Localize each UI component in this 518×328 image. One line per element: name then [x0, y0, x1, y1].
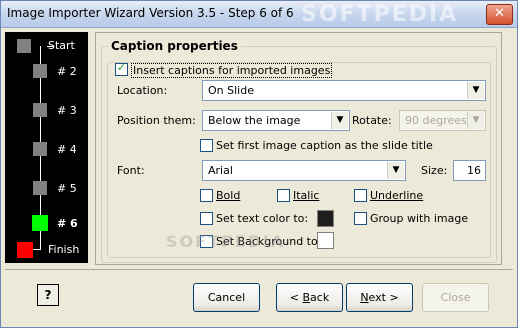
wizard-body: Start # 2 # 3 # 4 # 5 # 6 Finish Caption… [1, 28, 517, 327]
group-with-image-label: Group with image [370, 212, 469, 225]
text-color-checkbox[interactable] [200, 212, 213, 225]
step-marker-finish [17, 242, 33, 258]
back-label-rest: ack [310, 291, 330, 304]
bold-checkbox[interactable] [200, 189, 213, 202]
size-value: 16 [467, 164, 481, 177]
wizard-window: Image Importer Wizard Version 3.5 - Step… [0, 0, 518, 328]
step-marker-3 [33, 103, 47, 117]
group-title: Caption properties [108, 39, 241, 53]
text-color-swatch[interactable] [317, 210, 334, 227]
first-caption-title-label: Set first image caption as the slide tit… [216, 139, 433, 152]
italic-label-text: Italic [293, 189, 320, 202]
step-tracker: Start # 2 # 3 # 4 # 5 # 6 Finish [5, 32, 88, 263]
font-label: Font: [117, 164, 145, 177]
back-label-accel: B [302, 291, 311, 304]
next-button[interactable]: Next > [346, 283, 413, 312]
position-select[interactable]: Below the image ▼ [202, 110, 350, 131]
background-color-swatch[interactable] [317, 232, 334, 249]
rotate-value: 90 degrees [405, 114, 467, 127]
chevron-down-icon[interactable]: ▼ [467, 82, 484, 99]
rotate-label: Rotate: [352, 114, 392, 127]
step-label-4: # 4 [57, 143, 77, 156]
step-connector [33, 249, 41, 250]
back-label-prefix: < [289, 291, 303, 304]
step-label-5: # 5 [57, 182, 77, 195]
step-label-2: # 2 [57, 65, 77, 78]
bold-label-text: Bold [216, 189, 241, 202]
button-separator [5, 269, 513, 270]
step-label-finish: Finish [48, 243, 80, 256]
underline-label-text: Underline [370, 189, 424, 202]
step-marker-2 [33, 64, 47, 78]
location-value: On Slide [208, 84, 254, 97]
help-button[interactable]: ? [37, 284, 59, 306]
chevron-down-icon[interactable]: ▼ [331, 112, 348, 129]
rotate-select[interactable]: 90 degrees ▼ [399, 110, 486, 131]
watermark: SOFTPEDIA [166, 232, 286, 251]
next-button-label: Next > [360, 291, 398, 304]
italic-checkbox[interactable] [277, 189, 290, 202]
step-label-6: # 6 [57, 217, 78, 230]
next-label-rest: ext > [368, 291, 399, 304]
font-value: Arial [208, 164, 233, 177]
close-button[interactable]: Close [422, 283, 489, 312]
back-button-label: < Back [290, 291, 329, 304]
step-marker-4 [33, 142, 47, 156]
checkmark-icon: ✓ [116, 61, 127, 74]
step-label-start: Start [48, 39, 75, 52]
close-window-button[interactable]: ✕ [486, 4, 513, 25]
text-color-label: Set text color to: [216, 212, 309, 225]
chevron-down-icon[interactable]: ▼ [467, 112, 484, 129]
size-label: Size: [421, 164, 448, 177]
underline-label: Underline [370, 189, 423, 202]
help-icon: ? [44, 288, 52, 302]
close-button-label: Close [440, 291, 471, 304]
position-value: Below the image [208, 114, 301, 127]
position-label: Position them: [117, 114, 196, 127]
first-caption-title-checkbox[interactable] [200, 139, 213, 152]
size-input[interactable]: 16 [453, 160, 486, 181]
location-label: Location: [117, 84, 168, 97]
cancel-button[interactable]: Cancel [193, 283, 260, 312]
step-marker-5 [33, 181, 47, 195]
insert-captions-label: Insert captions for imported images [131, 63, 333, 78]
step-marker-6 [32, 215, 48, 231]
title-bar: Image Importer Wizard Version 3.5 - Step… [1, 1, 517, 28]
next-label-accel: N [360, 291, 369, 304]
underline-checkbox[interactable] [354, 189, 367, 202]
chevron-down-icon[interactable]: ▼ [387, 162, 404, 179]
step-label-3: # 3 [57, 104, 77, 117]
close-icon: ✕ [494, 6, 505, 21]
italic-label: Italic [293, 189, 319, 202]
font-select[interactable]: Arial ▼ [202, 160, 406, 181]
location-select[interactable]: On Slide ▼ [202, 80, 486, 101]
watermark: SOFTPEDIA [301, 2, 459, 27]
bold-label: Bold [216, 189, 240, 202]
back-button[interactable]: < Back [276, 283, 343, 312]
group-with-image-checkbox[interactable] [354, 212, 367, 225]
cancel-button-label: Cancel [207, 291, 246, 304]
insert-captions-checkbox[interactable]: ✓ [115, 61, 128, 76]
step-marker-start [17, 39, 31, 53]
window-title: Image Importer Wizard Version 3.5 - Step… [7, 6, 294, 20]
